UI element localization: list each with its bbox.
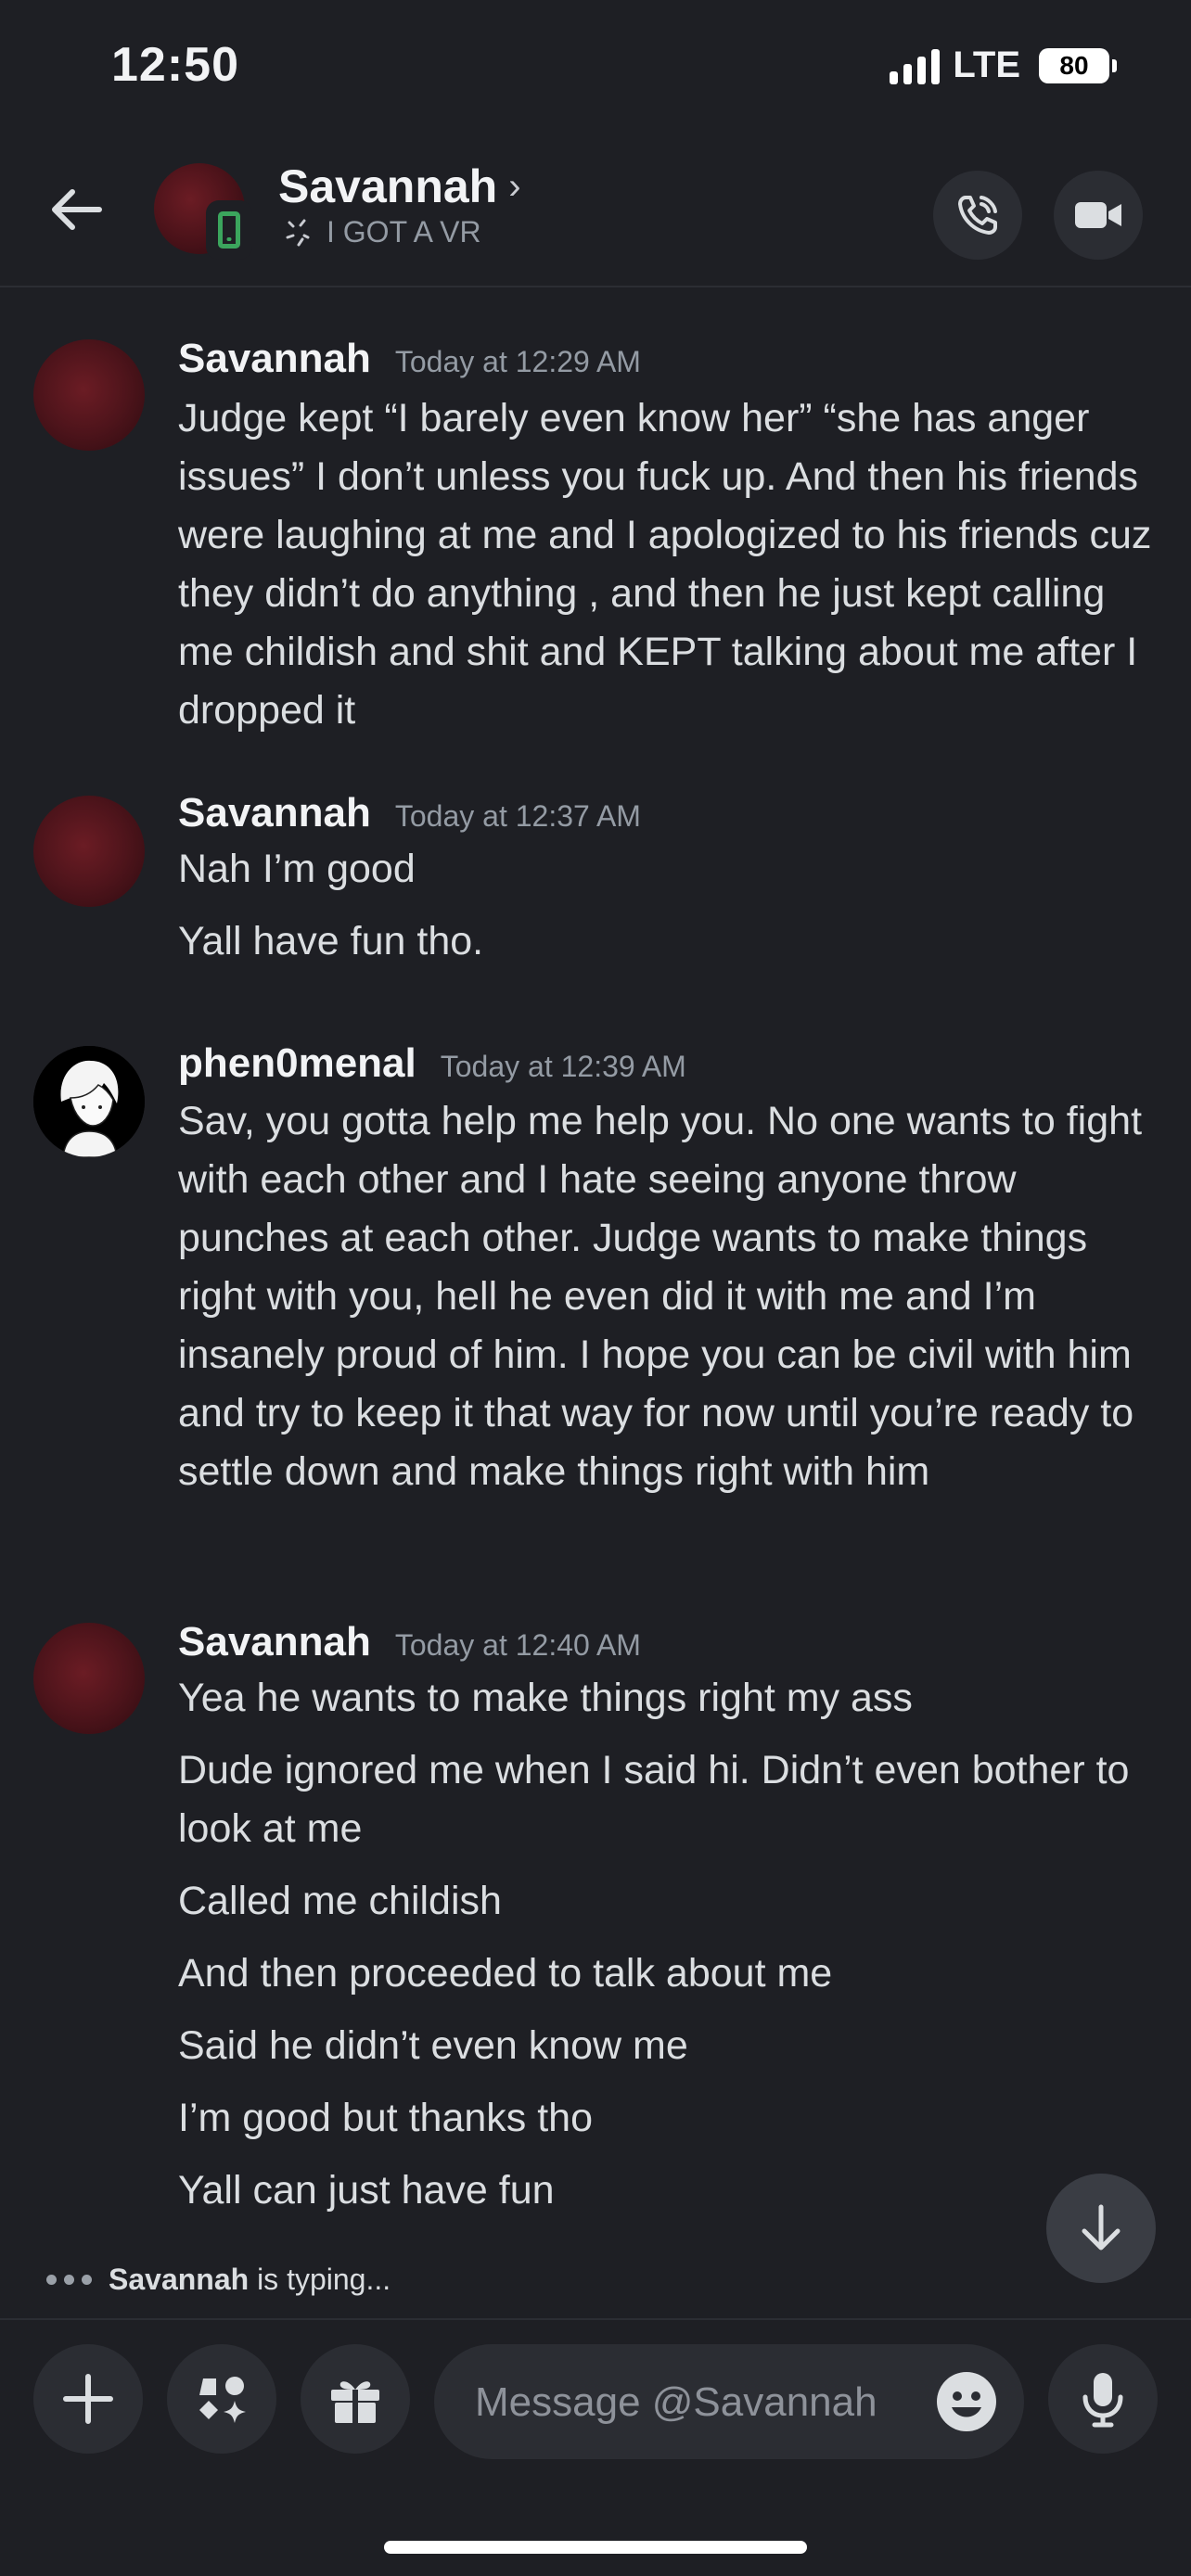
phone-icon (958, 196, 997, 235)
message-timestamp: Today at 12:39 AM (440, 1050, 686, 1083)
message-timestamp: Today at 12:40 AM (394, 1628, 641, 1662)
network-type: LTE (953, 45, 1020, 85)
message-text[interactable]: Yall have fun tho. (178, 912, 1161, 971)
avatar[interactable] (33, 1623, 145, 1734)
status-time: 12:50 (111, 38, 239, 92)
message-body: Nah I’m good Yall have fun tho. (178, 840, 1161, 985)
message-timestamp: Today at 12:29 AM (394, 345, 641, 378)
dm-header: Savannah › I GOT A VR (0, 139, 1191, 287)
video-camera-icon (1075, 202, 1121, 228)
typing-user: Savannah (109, 2263, 250, 2296)
message-input[interactable]: Message @Savannah (434, 2344, 1024, 2459)
jump-to-present-button[interactable] (1046, 2174, 1156, 2283)
message-text[interactable]: Called me childish (178, 1872, 1161, 1931)
plus-icon (63, 2374, 113, 2424)
author-name[interactable]: Savannah (178, 336, 371, 382)
avatar[interactable] (33, 1046, 145, 1157)
author-name[interactable]: phen0menal (178, 1040, 416, 1087)
emoji-icon[interactable] (935, 2370, 998, 2433)
apps-icon (199, 2377, 246, 2423)
message-text[interactable]: Nah I’m good (178, 840, 1161, 899)
custom-status-text: I GOT A VR (327, 215, 481, 249)
custom-status: I GOT A VR (284, 215, 481, 249)
message-text[interactable]: Judge kept “I barely even know her” “she… (178, 389, 1161, 740)
video-call-button[interactable] (1054, 171, 1143, 260)
message-body: Sav, you gotta help me help you. No one … (178, 1092, 1161, 1515)
message-body: Yea he wants to make things right my ass… (178, 1669, 1161, 2234)
message-list[interactable]: Savannah Today at 12:29 AM Judge kept “I… (0, 287, 1191, 2253)
message-text[interactable]: Yea he wants to make things right my ass (178, 1669, 1161, 1728)
typing-indicator: Savannah is typing... (46, 2263, 391, 2297)
avatar[interactable] (33, 339, 145, 451)
anime-character-avatar (33, 1046, 145, 1157)
battery-level: 80 (1039, 47, 1109, 83)
gift-icon (331, 2381, 379, 2423)
status-indicators: LTE 80 (890, 45, 1117, 86)
author-name[interactable]: Savannah (178, 1619, 371, 1665)
sparkle-icon (286, 219, 310, 246)
arrow-left-icon (52, 189, 102, 230)
message-text[interactable]: Said he didn’t even know me (178, 2017, 1161, 2075)
message-header: phen0menal Today at 12:39 AM (178, 1040, 686, 1087)
voice-message-button[interactable] (1048, 2344, 1158, 2454)
message-text[interactable]: Sav, you gotta help me help you. No one … (178, 1092, 1161, 1501)
gift-button[interactable] (301, 2344, 410, 2454)
status-bar: 12:50 LTE 80 (0, 0, 1191, 139)
voice-call-button[interactable] (933, 171, 1022, 260)
microphone-icon (1082, 2373, 1123, 2428)
signal-icon (890, 47, 941, 84)
message-text[interactable]: Dude ignored me when I said hi. Didn’t e… (178, 1741, 1161, 1858)
message-text[interactable]: I’m good but thanks tho (178, 2089, 1161, 2148)
message-timestamp: Today at 12:37 AM (394, 799, 641, 833)
contact-name-text: Savannah (278, 160, 498, 212)
attach-button[interactable] (33, 2344, 143, 2454)
avatar[interactable] (33, 796, 145, 907)
apps-button[interactable] (167, 2344, 276, 2454)
typing-suffix: is typing... (257, 2263, 391, 2296)
message-composer: Message @Savannah (0, 2318, 1191, 2524)
battery-icon: 80 (1039, 47, 1117, 83)
mobile-status-icon (206, 200, 252, 260)
message-text[interactable]: Yall can just have fun (178, 2162, 1161, 2220)
chevron-right-icon: › (508, 165, 521, 207)
message-header: Savannah Today at 12:40 AM (178, 1619, 641, 1665)
message-text[interactable]: And then proceeded to talk about me (178, 1945, 1161, 2003)
arrow-down-icon (1082, 2204, 1121, 2251)
message-input-placeholder: Message @Savannah (475, 2379, 877, 2425)
message-body: Judge kept “I barely even know her” “she… (178, 389, 1161, 754)
message-header: Savannah Today at 12:37 AM (178, 790, 641, 836)
home-indicator[interactable] (384, 2541, 807, 2554)
message-header: Savannah Today at 12:29 AM (178, 336, 641, 382)
back-button[interactable] (39, 172, 113, 247)
typing-dots-icon (46, 2275, 92, 2285)
author-name[interactable]: Savannah (178, 790, 371, 836)
contact-name[interactable]: Savannah › (278, 159, 521, 213)
